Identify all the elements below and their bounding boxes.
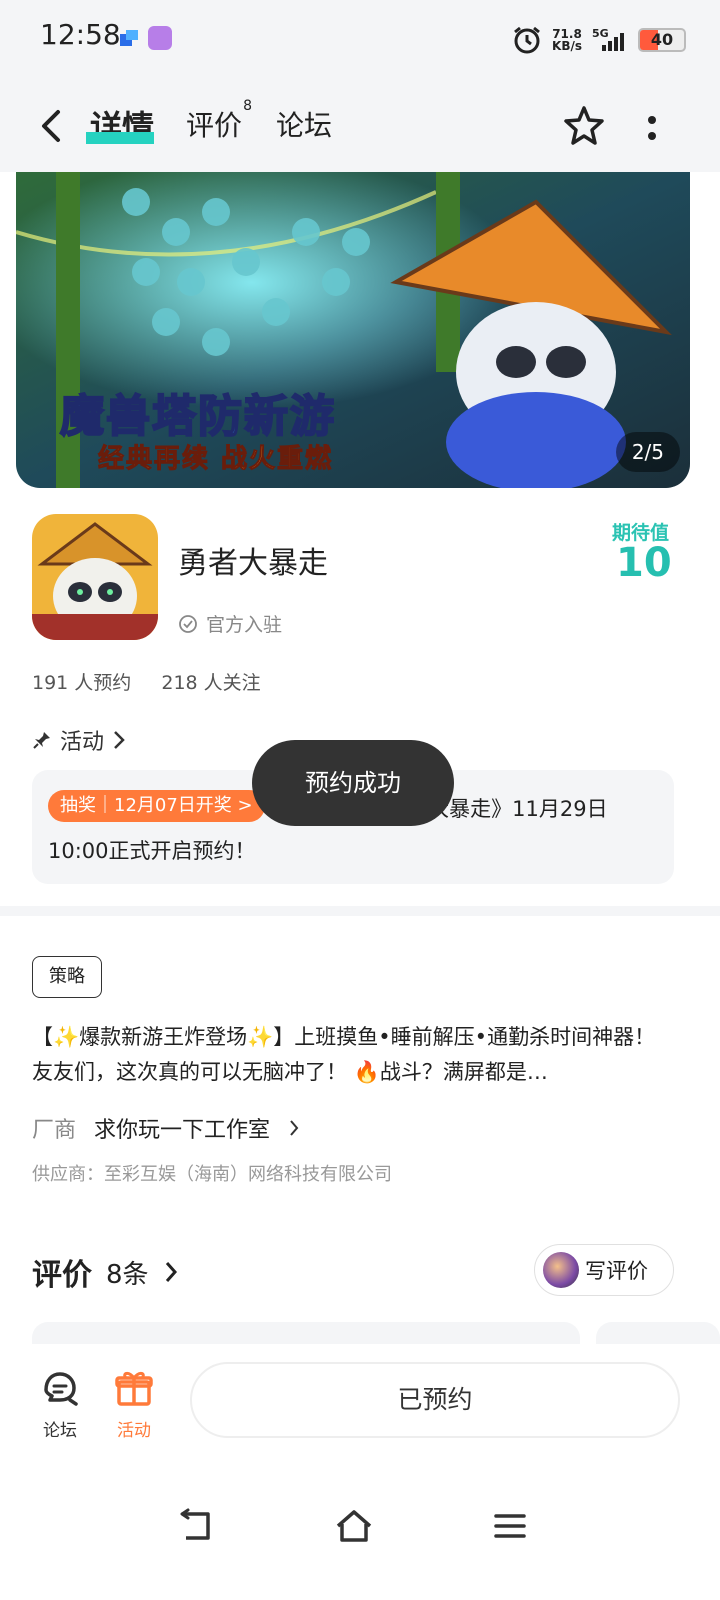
forum-label: 论坛 xyxy=(43,1421,77,1441)
top-nav: 详情 评价 8 论坛 xyxy=(0,80,720,172)
system-back-icon[interactable] xyxy=(176,1506,216,1546)
reviews-section-header[interactable]: 评价 8条 xyxy=(32,1250,179,1294)
game-description[interactable]: 【✨爆款新游王炸登场✨】上班摸鱼•睡前解压•通勤杀时间神器！友友们，这次真的可以… xyxy=(32,1020,662,1090)
check-circle-icon xyxy=(179,614,197,633)
net-speed: 71.8 KB/s xyxy=(552,28,582,52)
tab-review-label: 评价 xyxy=(186,109,243,142)
vendor-name: 求你玩一下工作室 xyxy=(94,1118,271,1143)
lottery-tag: 抽奖｜12月07日开奖 > xyxy=(48,790,265,822)
tab-review-badge: 8 xyxy=(243,98,253,114)
expectation-score: 10 xyxy=(616,540,672,586)
carousel-page-indicator: 2/5 xyxy=(615,432,680,472)
game-title: 勇者大暴走 xyxy=(178,546,328,581)
banner-subtitle: 经典再续 战火重燃 xyxy=(97,444,334,475)
banner-title: 魔兽塔防新游 xyxy=(59,390,336,443)
follower-count: 218 人关注 xyxy=(161,672,261,694)
activity-label: 活动 xyxy=(117,1421,151,1441)
reservation-count: 191 人预约 xyxy=(32,672,132,694)
signal-icon: 5G xyxy=(592,27,624,51)
net-speed-unit: KB/s xyxy=(552,39,582,53)
user-avatar xyxy=(543,1252,579,1288)
bottom-action-bar: 论坛 活动 已预约 xyxy=(0,1344,720,1464)
vendor-label: 厂商 xyxy=(32,1118,77,1143)
app-notification-icon-2 xyxy=(148,26,172,50)
favorite-star-icon[interactable] xyxy=(562,104,606,148)
system-menu-icon[interactable] xyxy=(490,1506,530,1546)
activity-header-label: 活动 xyxy=(60,730,105,755)
game-icon xyxy=(32,514,158,640)
back-icon[interactable] xyxy=(36,106,66,146)
write-review-button[interactable]: 写评价 xyxy=(534,1244,674,1296)
genre-tag[interactable]: 策略 xyxy=(32,956,102,998)
reviews-count: 8条 xyxy=(106,1259,149,1290)
chevron-right-icon xyxy=(114,731,125,749)
activity-button[interactable]: 活动 xyxy=(104,1366,164,1441)
system-home-icon[interactable] xyxy=(334,1506,374,1546)
screenshot-carousel[interactable]: 魔兽塔防新游 经典再续 战火重燃 2/5 xyxy=(16,172,690,488)
tab-forum[interactable]: 论坛 xyxy=(276,104,332,144)
status-indicators: 71.8 KB/s 5G 40 xyxy=(512,22,686,58)
tab-review[interactable]: 评价 8 xyxy=(186,98,252,144)
supplier-info: 供应商：至彩互娱（海南）网络科技有限公司 xyxy=(32,1164,392,1185)
alarm-icon xyxy=(514,26,540,54)
stats-row: 191 人预约 218 人关注 xyxy=(32,668,261,695)
status-time: 12:58 xyxy=(40,18,121,51)
battery-icon: 40 xyxy=(638,28,686,52)
more-options-icon[interactable] xyxy=(640,108,664,148)
app-notification-icon xyxy=(120,30,138,46)
write-review-label: 写评价 xyxy=(585,1259,648,1283)
reviews-title: 评价 xyxy=(32,1258,92,1293)
forum-button[interactable]: 论坛 xyxy=(30,1366,90,1441)
gift-icon xyxy=(115,1371,153,1406)
chat-bubble-icon xyxy=(44,1372,78,1406)
vendor-row[interactable]: 厂商 求你玩一下工作室 xyxy=(32,1112,300,1144)
active-tab-indicator xyxy=(86,132,154,144)
reserved-button[interactable]: 已预约 xyxy=(190,1362,680,1438)
chevron-right-icon xyxy=(165,1262,177,1282)
battery-level: 40 xyxy=(650,30,674,49)
section-divider xyxy=(0,906,720,916)
toast-message: 预约成功 xyxy=(252,740,454,826)
activity-section-header[interactable]: 活动 xyxy=(32,724,126,756)
svg-text:5G: 5G xyxy=(592,27,609,40)
pin-icon xyxy=(33,732,50,749)
status-bar: 12:58 71.8 KB/s 5G 40 xyxy=(0,0,720,80)
chevron-right-icon xyxy=(290,1120,299,1136)
verified-badge: 官方入驻 xyxy=(178,610,282,637)
verified-label: 官方入驻 xyxy=(206,614,283,636)
system-navigation-bar xyxy=(0,1464,720,1600)
